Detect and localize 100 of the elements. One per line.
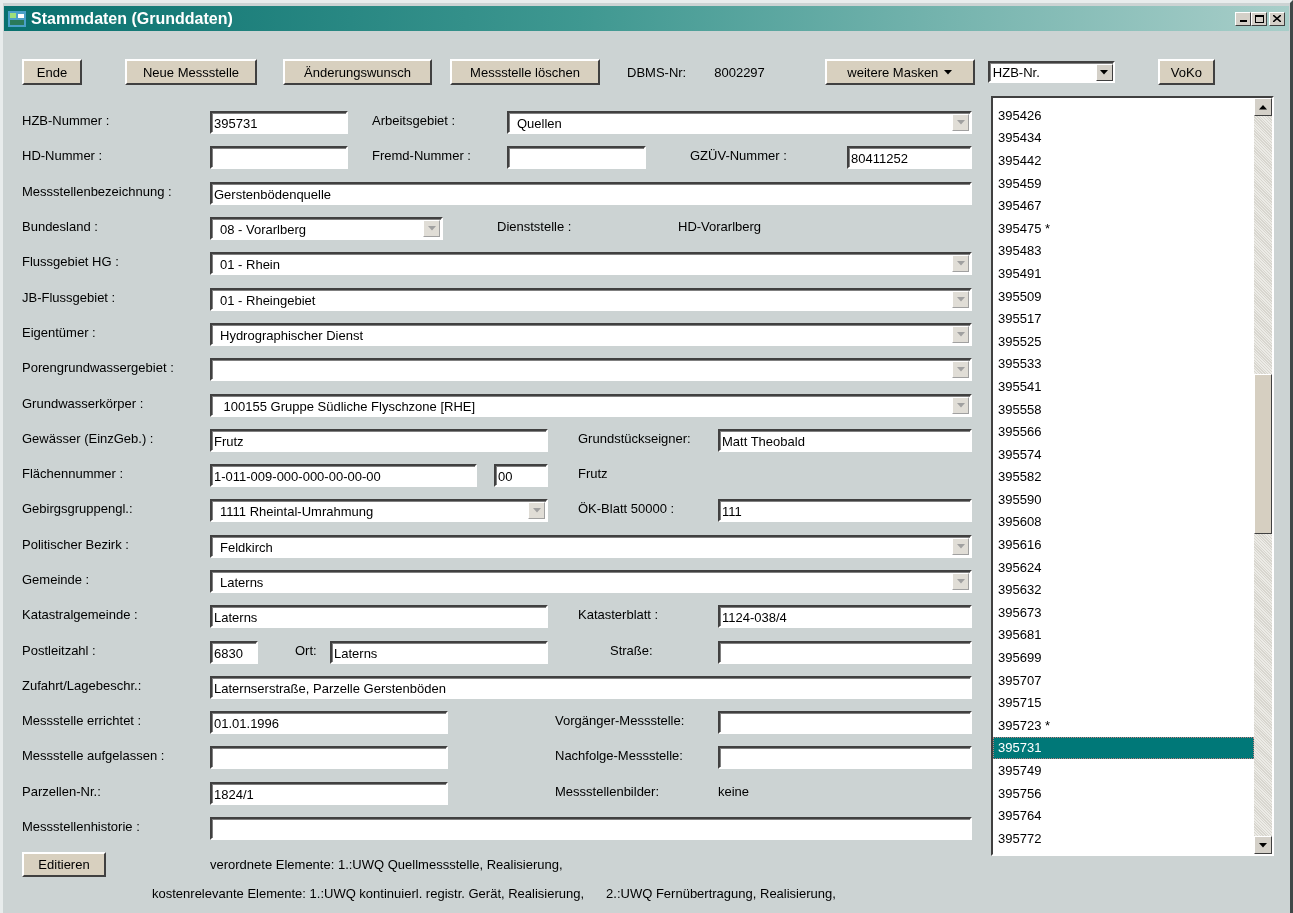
list-item[interactable]: 395467 — [993, 194, 1254, 217]
input-field[interactable] — [507, 146, 646, 170]
list-item[interactable]: 395525 — [993, 329, 1254, 353]
list-item[interactable]: 395517 — [993, 307, 1254, 330]
list-item[interactable]: 395426 — [993, 104, 1254, 127]
field-label: Messstellenhistorie : — [22, 819, 141, 835]
close-button[interactable] — [1269, 11, 1285, 26]
input-field[interactable]: Laterns — [330, 640, 548, 664]
list-item[interactable]: 395558 — [993, 397, 1254, 421]
input-field[interactable] — [210, 146, 348, 170]
dropdown-field[interactable]: Hydrographischer Dienst — [210, 322, 972, 346]
key-select[interactable]: HZB-Nr. — [987, 61, 1115, 83]
dropdown-field[interactable]: 08 - Vorarlberg — [210, 217, 443, 241]
minimize-button[interactable] — [1235, 11, 1251, 26]
input-field[interactable] — [210, 746, 448, 770]
caret-icon — [956, 402, 965, 408]
list-item[interactable]: 395491 — [993, 262, 1254, 285]
input-field[interactable]: 6830 — [210, 640, 258, 664]
input-field[interactable]: 00 — [494, 464, 548, 488]
list-item[interactable]: 395459 — [993, 171, 1254, 195]
toolbar-button[interactable]: Ende — [22, 59, 82, 85]
list-item[interactable]: 395483 — [993, 239, 1254, 263]
field-label: HD-Nummer : — [22, 148, 104, 164]
list-item[interactable]: 395673 — [993, 601, 1254, 624]
scroll-down-button[interactable] — [1254, 836, 1272, 854]
up-arrow-icon — [1259, 104, 1267, 110]
toolbar-button[interactable]: Neue Messstelle — [125, 59, 257, 85]
list-item[interactable]: 395574 — [993, 442, 1254, 466]
input-field[interactable]: 111 — [718, 499, 972, 523]
list-item[interactable]: 395533 — [993, 352, 1254, 376]
input-field[interactable]: 80411252 — [847, 146, 972, 170]
input-field[interactable]: Laternserstraße, Parzelle Gerstenböden — [210, 675, 972, 699]
dropdown-arrow-button[interactable] — [1095, 63, 1113, 81]
scroll-up-button[interactable] — [1254, 98, 1272, 116]
toolbar-button[interactable]: Messstelle löschen — [450, 59, 600, 85]
input-field[interactable] — [718, 640, 972, 664]
list-item[interactable]: 395608 — [993, 510, 1254, 534]
input-field[interactable]: Laterns — [210, 605, 548, 629]
input-field[interactable]: Matt Theobald — [718, 428, 972, 452]
input-field[interactable]: Gerstenbödenquelle — [210, 181, 972, 205]
value-text: HD-Vorarlberg — [678, 219, 763, 235]
list-item[interactable]: 395715 — [993, 691, 1254, 715]
field-label: Grundstückseigner: — [578, 430, 692, 446]
input-field[interactable]: 1124-038/4 — [718, 605, 972, 629]
maximize-button[interactable] — [1251, 11, 1267, 26]
value-text: keine — [718, 783, 751, 799]
dropdown-field[interactable]: 01 - Rheingebiet — [210, 287, 972, 311]
input-field[interactable]: 1-011-009-000-000-00-00-00 — [210, 464, 477, 488]
input-field[interactable]: 01.01.1996 — [210, 711, 448, 735]
field-label: Katastralgemeinde : — [22, 607, 139, 623]
list-item[interactable]: 395699 — [993, 646, 1254, 669]
caret-icon — [956, 120, 965, 126]
caret-icon — [427, 226, 436, 232]
list-item[interactable]: 395723 * — [993, 714, 1254, 737]
list-item[interactable]: 395442 — [993, 149, 1254, 172]
dropdown-field[interactable]: Laterns — [210, 570, 972, 593]
dbms-label: DBMS-Nr: — [627, 64, 687, 80]
dropdown-field[interactable]: Feldkirch — [210, 534, 972, 558]
list-item[interactable]: 395509 — [993, 284, 1254, 308]
field-label: Grundwasserkörper : — [22, 395, 145, 411]
caret-icon — [956, 367, 965, 373]
input-field[interactable] — [210, 817, 972, 841]
dbms-number: 8002297 — [714, 64, 765, 80]
dropdown-field[interactable] — [210, 358, 972, 382]
dropdown-field[interactable]: 01 - Rhein — [210, 252, 972, 276]
masks-menu-button[interactable]: weitere Masken — [824, 59, 975, 85]
list-item[interactable]: 395566 — [993, 420, 1254, 443]
voko-button[interactable]: VoKo — [1157, 59, 1215, 85]
input-field[interactable]: Frutz — [210, 428, 548, 452]
list-item[interactable]: 395764 — [993, 804, 1254, 827]
cost-elements-text: kostenrelevante Elemente: 1.:UWQ kontinuierl. registr. Gerät, Realisierung, — [152, 885, 585, 901]
list-item[interactable]: 395681 — [993, 623, 1254, 647]
input-field[interactable] — [718, 746, 972, 770]
scroll-thumb[interactable] — [1254, 374, 1272, 534]
dropdown-field[interactable]: Quellen — [507, 111, 972, 135]
field-label: Flächennummer : — [22, 466, 125, 482]
dropdown-field[interactable]: 100155 Gruppe Südliche Flyschzone [RHE] — [210, 393, 972, 417]
field-label: Eigentümer : — [22, 324, 97, 340]
list-item[interactable]: 395616 — [993, 533, 1254, 556]
scrollbar[interactable] — [1254, 98, 1272, 854]
list-item[interactable]: 395731 — [993, 736, 1254, 760]
list-item[interactable]: 395772 — [993, 827, 1254, 850]
list-item[interactable]: 395632 — [993, 578, 1254, 602]
input-field[interactable]: 1824/1 — [210, 781, 448, 805]
field-label: Flussgebiet HG : — [22, 254, 120, 270]
list-item[interactable]: 395624 — [993, 555, 1254, 579]
list-item[interactable]: 395707 — [993, 668, 1254, 692]
input-field[interactable] — [718, 711, 972, 735]
list-item[interactable]: 395749 — [993, 759, 1254, 782]
toolbar-button[interactable]: Änderungswunsch — [283, 59, 432, 85]
list-item[interactable]: 395582 — [993, 465, 1254, 489]
edit-button[interactable]: Editieren — [22, 851, 106, 877]
list-item[interactable]: 395541 — [993, 375, 1254, 398]
list-item[interactable]: 395590 — [993, 488, 1254, 511]
dropdown-field[interactable]: 1111 Rheintal-Umrahmung — [210, 499, 548, 523]
list-item[interactable]: 395475 * — [993, 216, 1254, 240]
list-item[interactable]: 395434 — [993, 126, 1254, 150]
input-field[interactable]: 395731 — [210, 111, 348, 135]
list-item[interactable]: 395756 — [993, 781, 1254, 805]
station-list[interactable] — [991, 96, 1274, 856]
